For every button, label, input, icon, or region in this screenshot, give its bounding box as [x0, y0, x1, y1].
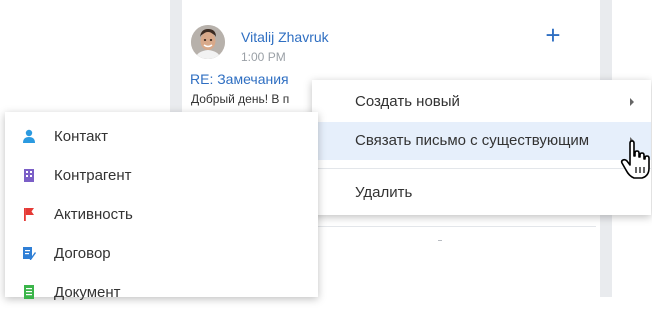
menu-item-delete[interactable]: Удалить: [312, 174, 651, 212]
menu-item-label: Удалить: [355, 184, 413, 201]
submenu-item-label: Документ: [54, 284, 121, 301]
add-icon[interactable]: +: [542, 22, 564, 48]
sender-name[interactable]: Vitalij Zhavruk: [241, 29, 329, 45]
email-preview: Добрый день! В п: [191, 92, 290, 106]
divider-dot: [438, 240, 442, 241]
chevron-right-icon: [630, 98, 634, 106]
submenu-item-contact[interactable]: Контакт: [5, 117, 318, 156]
avatar[interactable]: [191, 25, 225, 59]
account-icon: [24, 169, 34, 182]
menu-item-link-email[interactable]: Связать письмо с существующим: [312, 122, 651, 160]
divider: [306, 226, 596, 227]
context-menu: Создать новый Связать письмо с существую…: [312, 80, 651, 215]
submenu: Контакт Контрагент Активность Договор До…: [5, 112, 318, 301]
menu-separator: [312, 168, 651, 169]
contact-icon: [23, 129, 35, 143]
submenu-item-label: Активность: [54, 206, 133, 223]
submenu-item-label: Контрагент: [54, 167, 132, 184]
submenu-item-contract[interactable]: Договор: [5, 234, 318, 273]
email-time: 1:00 PM: [241, 50, 286, 64]
menu-item-create-new[interactable]: Создать новый: [312, 83, 651, 121]
hand-cursor-icon: [620, 140, 650, 179]
contract-icon: [23, 247, 36, 260]
menu-item-label: Связать письмо с существующим: [355, 132, 590, 149]
submenu-item-activity[interactable]: Активность: [5, 195, 318, 234]
submenu-item-label: Контакт: [54, 128, 109, 145]
submenu-item-account[interactable]: Контрагент: [5, 156, 318, 195]
menu-item-label: Создать новый: [355, 93, 460, 110]
activity-flag-icon: [24, 208, 34, 221]
email-subject[interactable]: RE: Замечания: [190, 71, 312, 87]
submenu-item-label: Договор: [54, 245, 111, 262]
submenu-item-document[interactable]: Документ: [5, 273, 318, 312]
